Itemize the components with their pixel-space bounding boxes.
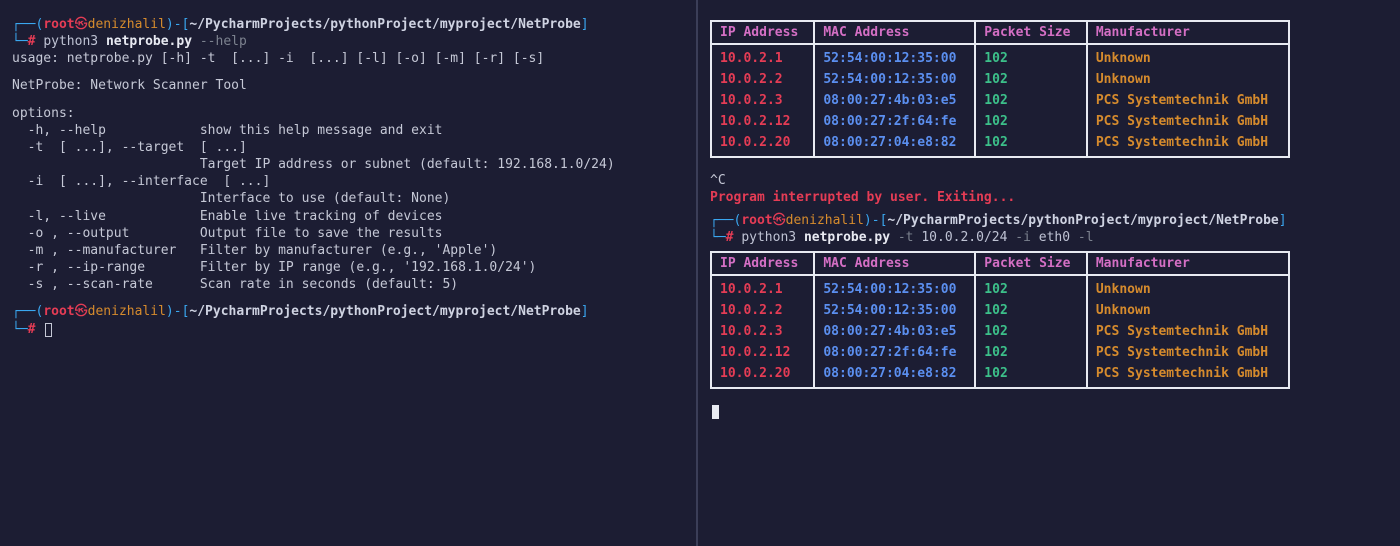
- table-row: 10.0.2.252:54:00:12:35:00102Unknown: [711, 69, 1289, 90]
- command-line-1[interactable]: └─# python3 netprobe.py --help: [12, 33, 684, 50]
- cursor-line[interactable]: [710, 403, 1388, 420]
- cursor-icon: [712, 405, 719, 419]
- col-manufacturer: Manufacturer: [1087, 252, 1289, 275]
- option-line: -t [ ...], --target [ ...]: [12, 139, 684, 156]
- prompt-line-2: ┌──(root㉿denizhalil)-[~/PycharmProjects/…: [12, 303, 684, 320]
- option-line: -i [ ...], --interface [ ...]: [12, 173, 684, 190]
- terminal-pane-left[interactable]: ┌──(root㉿denizhalil)-[~/PycharmProjects/…: [0, 0, 698, 546]
- option-line: -h, --help show this help message and ex…: [12, 122, 684, 139]
- table-row: 10.0.2.252:54:00:12:35:00102Unknown: [711, 300, 1289, 321]
- prompt-line-3: ┌──(root㉿denizhalil)-[~/PycharmProjects/…: [710, 212, 1388, 229]
- scan-results-table-1: IP Address MAC Address Packet Size Manuf…: [710, 20, 1290, 158]
- description-line: NetProbe: Network Scanner Tool: [12, 77, 684, 94]
- command-line-3[interactable]: └─# python3 netprobe.py -t 10.0.2.0/24 -…: [710, 229, 1388, 246]
- command-line-2[interactable]: └─#: [12, 321, 684, 338]
- table-row: 10.0.2.308:00:27:4b:03:e5102PCS Systemte…: [711, 321, 1289, 342]
- table-row: 10.0.2.308:00:27:4b:03:e5102PCS Systemte…: [711, 90, 1289, 111]
- col-mac: MAC Address: [814, 252, 975, 275]
- terminal-pane-right[interactable]: IP Address MAC Address Packet Size Manuf…: [698, 0, 1400, 546]
- table-row: 10.0.2.1208:00:27:2f:64:fe102PCS Systemt…: [711, 111, 1289, 132]
- option-line: -m , --manufacturer Filter by manufactur…: [12, 242, 684, 259]
- options-header: options:: [12, 105, 684, 122]
- option-line: -r , --ip-range Filter by IP range (e.g.…: [12, 259, 684, 276]
- col-ip: IP Address: [711, 21, 814, 44]
- cursor-icon: [45, 323, 52, 337]
- table-header-row: IP Address MAC Address Packet Size Manuf…: [711, 21, 1289, 44]
- table-row: 10.0.2.2008:00:27:04:e8:82102PCS Systemt…: [711, 132, 1289, 157]
- prompt-line-1: ┌──(root㉿denizhalil)-[~/PycharmProjects/…: [12, 16, 684, 33]
- option-line: Interface to use (default: None): [12, 190, 684, 207]
- scan-results-table-2: IP Address MAC Address Packet Size Manuf…: [710, 251, 1290, 389]
- col-mac: MAC Address: [814, 21, 975, 44]
- table-row: 10.0.2.152:54:00:12:35:00102Unknown: [711, 275, 1289, 300]
- col-ip: IP Address: [711, 252, 814, 275]
- interrupt-message: Program interrupted by user. Exiting...: [710, 189, 1388, 206]
- option-line: Target IP address or subnet (default: 19…: [12, 156, 684, 173]
- col-packet: Packet Size: [975, 21, 1087, 44]
- table-row: 10.0.2.152:54:00:12:35:00102Unknown: [711, 44, 1289, 69]
- table-row: 10.0.2.2008:00:27:04:e8:82102PCS Systemt…: [711, 363, 1289, 388]
- col-packet: Packet Size: [975, 252, 1087, 275]
- ctrl-c-line: ^C: [710, 172, 1388, 189]
- option-line: -o , --output Output file to save the re…: [12, 225, 684, 242]
- table-header-row: IP Address MAC Address Packet Size Manuf…: [711, 252, 1289, 275]
- table-row: 10.0.2.1208:00:27:2f:64:fe102PCS Systemt…: [711, 342, 1289, 363]
- option-line: -s , --scan-rate Scan rate in seconds (d…: [12, 276, 684, 293]
- option-line: -l, --live Enable live tracking of devic…: [12, 208, 684, 225]
- col-manufacturer: Manufacturer: [1087, 21, 1289, 44]
- usage-line: usage: netprobe.py [-h] -t [...] -i [...…: [12, 50, 684, 67]
